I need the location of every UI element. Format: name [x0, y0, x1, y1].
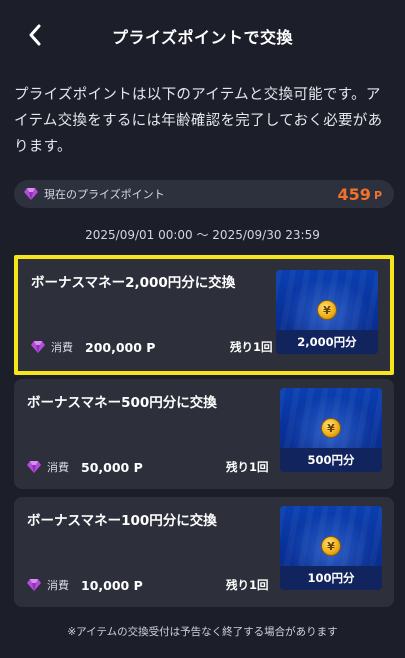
- item-name: ボーナスマネー100円分に交換: [27, 513, 217, 529]
- item-thumbnail: ¥ 2,000円分: [276, 270, 378, 354]
- exchange-item-card[interactable]: ボーナスマネー100円分に交換 消費 10,000 P 残り1回 ¥ 100円分: [14, 497, 394, 607]
- gem-icon: [27, 461, 41, 473]
- yen-coin-icon: ¥: [321, 418, 341, 438]
- gem-icon: [27, 579, 41, 591]
- exchange-item-card[interactable]: ボーナスマネー2,000円分に交換 消費 200,000 P 残り1回 ¥ 2,…: [14, 255, 394, 375]
- current-points-bar: 現在のプライズポイント 459 P: [14, 180, 394, 208]
- yen-coin-icon: ¥: [317, 300, 337, 320]
- remaining-count: 残り1回: [226, 460, 269, 474]
- exchange-period: 2025/09/01 00:00 ～ 2025/09/30 23:59: [85, 228, 320, 242]
- points-unit: P: [373, 189, 382, 202]
- yen-coin-icon: ¥: [321, 536, 341, 556]
- cost-value: 200,000 P: [85, 339, 156, 355]
- points-label: 現在のプライズポイント: [44, 188, 165, 201]
- cost-value: 10,000 P: [81, 577, 143, 593]
- cost-label: 消費: [47, 579, 69, 592]
- item-name: ボーナスマネー500円分に交換: [27, 395, 217, 411]
- header: プライズポイントで交換: [0, 0, 405, 70]
- cost-label: 消費: [47, 461, 69, 474]
- remaining-count: 残り1回: [226, 578, 269, 592]
- thumbnail-label: 500円分: [280, 448, 382, 472]
- thumbnail-label: 2,000円分: [276, 330, 378, 354]
- gem-icon: [24, 188, 38, 200]
- item-thumbnail: ¥ 500円分: [280, 388, 382, 472]
- item-thumbnail: ¥ 100円分: [280, 506, 382, 590]
- cost-value: 50,000 P: [81, 459, 143, 475]
- remaining-count: 残り1回: [230, 340, 273, 354]
- exchange-item-card[interactable]: ボーナスマネー500円分に交換 消費 50,000 P 残り1回 ¥ 500円分: [14, 379, 394, 489]
- item-cost: 消費 50,000 P: [27, 459, 143, 475]
- page-title: プライズポイントで交換: [111, 28, 294, 47]
- description-text: プライズポイントは以下のアイテムと交換可能です。アイテム交換をするには年齢確認を…: [14, 87, 383, 155]
- thumbnail-label: 100円分: [280, 566, 382, 590]
- footnote: ※アイテムの交換受付は予告なく終了する場合があります: [67, 626, 338, 638]
- item-cost: 消費 200,000 P: [31, 339, 155, 355]
- item-name: ボーナスマネー2,000円分に交換: [31, 275, 236, 291]
- item-cost: 消費 10,000 P: [27, 577, 143, 593]
- cost-label: 消費: [51, 341, 73, 354]
- gem-icon: [31, 341, 45, 353]
- points-value: 459: [337, 184, 371, 204]
